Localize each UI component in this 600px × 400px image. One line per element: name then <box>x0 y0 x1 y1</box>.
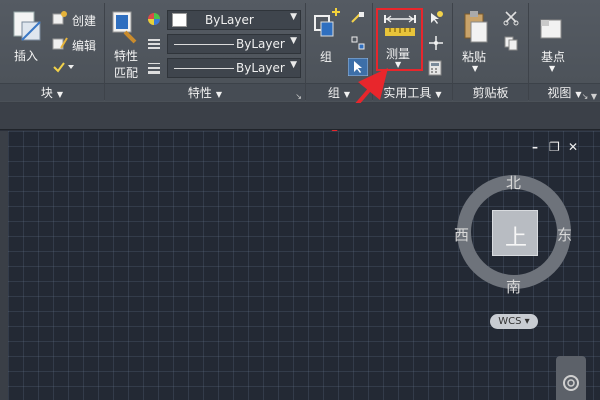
clipboard-panel-title[interactable]: 剪贴板 <box>453 83 528 101</box>
color-dropdown[interactable]: ByLayer ▼ <box>167 10 301 30</box>
linetype-dropdown[interactable]: ByLayer ▼ <box>167 34 301 54</box>
close-icon[interactable]: ✕ <box>568 140 578 154</box>
match-properties-label-2[interactable]: 匹配 <box>114 64 138 81</box>
lineweight-preview <box>174 68 234 69</box>
linetype-icon <box>148 39 160 49</box>
view-panel: 基点 ▼ 视图 ▼ ↘ ▼ <box>529 0 600 103</box>
insert-block-icon[interactable] <box>12 10 44 44</box>
linetype-value: ByLayer <box>236 37 285 51</box>
steering-wheel-icon[interactable] <box>562 374 580 392</box>
compass-south[interactable]: 南 <box>506 276 521 297</box>
linetype-preview <box>174 44 234 45</box>
cut-icon[interactable] <box>503 10 519 26</box>
insert-button[interactable]: 插入 <box>14 47 38 64</box>
ungroup-icon[interactable] <box>350 10 366 26</box>
create-block-button[interactable]: 创建 <box>72 12 96 29</box>
point-style-icon[interactable] <box>428 35 444 51</box>
chevron-down-icon[interactable]: ▼ <box>549 64 555 73</box>
wcs-menu[interactable]: WCS ▾ <box>490 314 538 329</box>
copy-icon[interactable] <box>503 35 519 51</box>
left-edge <box>0 131 8 400</box>
compass-west[interactable]: 西 <box>454 224 469 245</box>
restore-icon[interactable]: ❐ <box>549 140 560 154</box>
base-point-button[interactable]: 基点 <box>541 48 565 65</box>
edit-block-icon[interactable] <box>52 35 68 51</box>
color-swatch <box>172 13 187 27</box>
properties-panel-title[interactable]: 特性 ▼ ↘ <box>105 83 305 101</box>
chevron-down-icon: ▼ <box>290 12 297 22</box>
group-icon[interactable] <box>312 8 342 42</box>
block-attribute-icon[interactable] <box>52 60 78 74</box>
group-edit-icon[interactable] <box>350 35 366 51</box>
match-properties-icon[interactable] <box>111 10 141 44</box>
file-tab-bar <box>0 103 600 130</box>
base-point-icon[interactable] <box>539 14 567 42</box>
block-panel-title[interactable]: 块 ▼ <box>0 83 104 101</box>
calculator-icon[interactable] <box>428 60 442 76</box>
create-block-icon[interactable] <box>52 10 68 26</box>
navigation-bar[interactable] <box>556 356 586 400</box>
compass-north[interactable]: 北 <box>506 172 521 193</box>
block-panel: 插入 创建 编辑 块 ▼ <box>0 0 104 103</box>
viewcube-face-label[interactable]: 上 <box>505 220 527 252</box>
chevron-down-icon: ▼ <box>290 36 297 46</box>
edit-block-button[interactable]: 编辑 <box>72 37 96 54</box>
minimize-icon[interactable]: – <box>532 140 538 154</box>
properties-panel: 特性 匹配 ByLayer ▼ ByLayer ▼ ByLayer ▼ 特性 ▼… <box>105 0 305 103</box>
chevron-down-icon[interactable]: ▼ <box>472 64 478 73</box>
quick-select-icon[interactable] <box>428 10 444 26</box>
paste-button[interactable]: 粘贴 <box>462 48 486 65</box>
lineweight-dropdown[interactable]: ByLayer ▼ <box>167 58 301 78</box>
color-wheel-icon <box>148 13 160 25</box>
chevron-down-icon: ▼ <box>290 60 297 70</box>
clipboard-panel: 粘贴 ▼ 剪贴板 <box>453 0 528 103</box>
paste-icon[interactable] <box>463 10 489 44</box>
view-panel-title[interactable]: 视图 ▼ ↘ ▼ <box>529 83 600 101</box>
lineweight-icon <box>148 63 160 74</box>
compass-east[interactable]: 东 <box>557 224 572 245</box>
match-properties-label-1[interactable]: 特性 <box>114 47 138 64</box>
color-value: ByLayer <box>205 13 254 27</box>
lineweight-value: ByLayer <box>236 61 285 75</box>
